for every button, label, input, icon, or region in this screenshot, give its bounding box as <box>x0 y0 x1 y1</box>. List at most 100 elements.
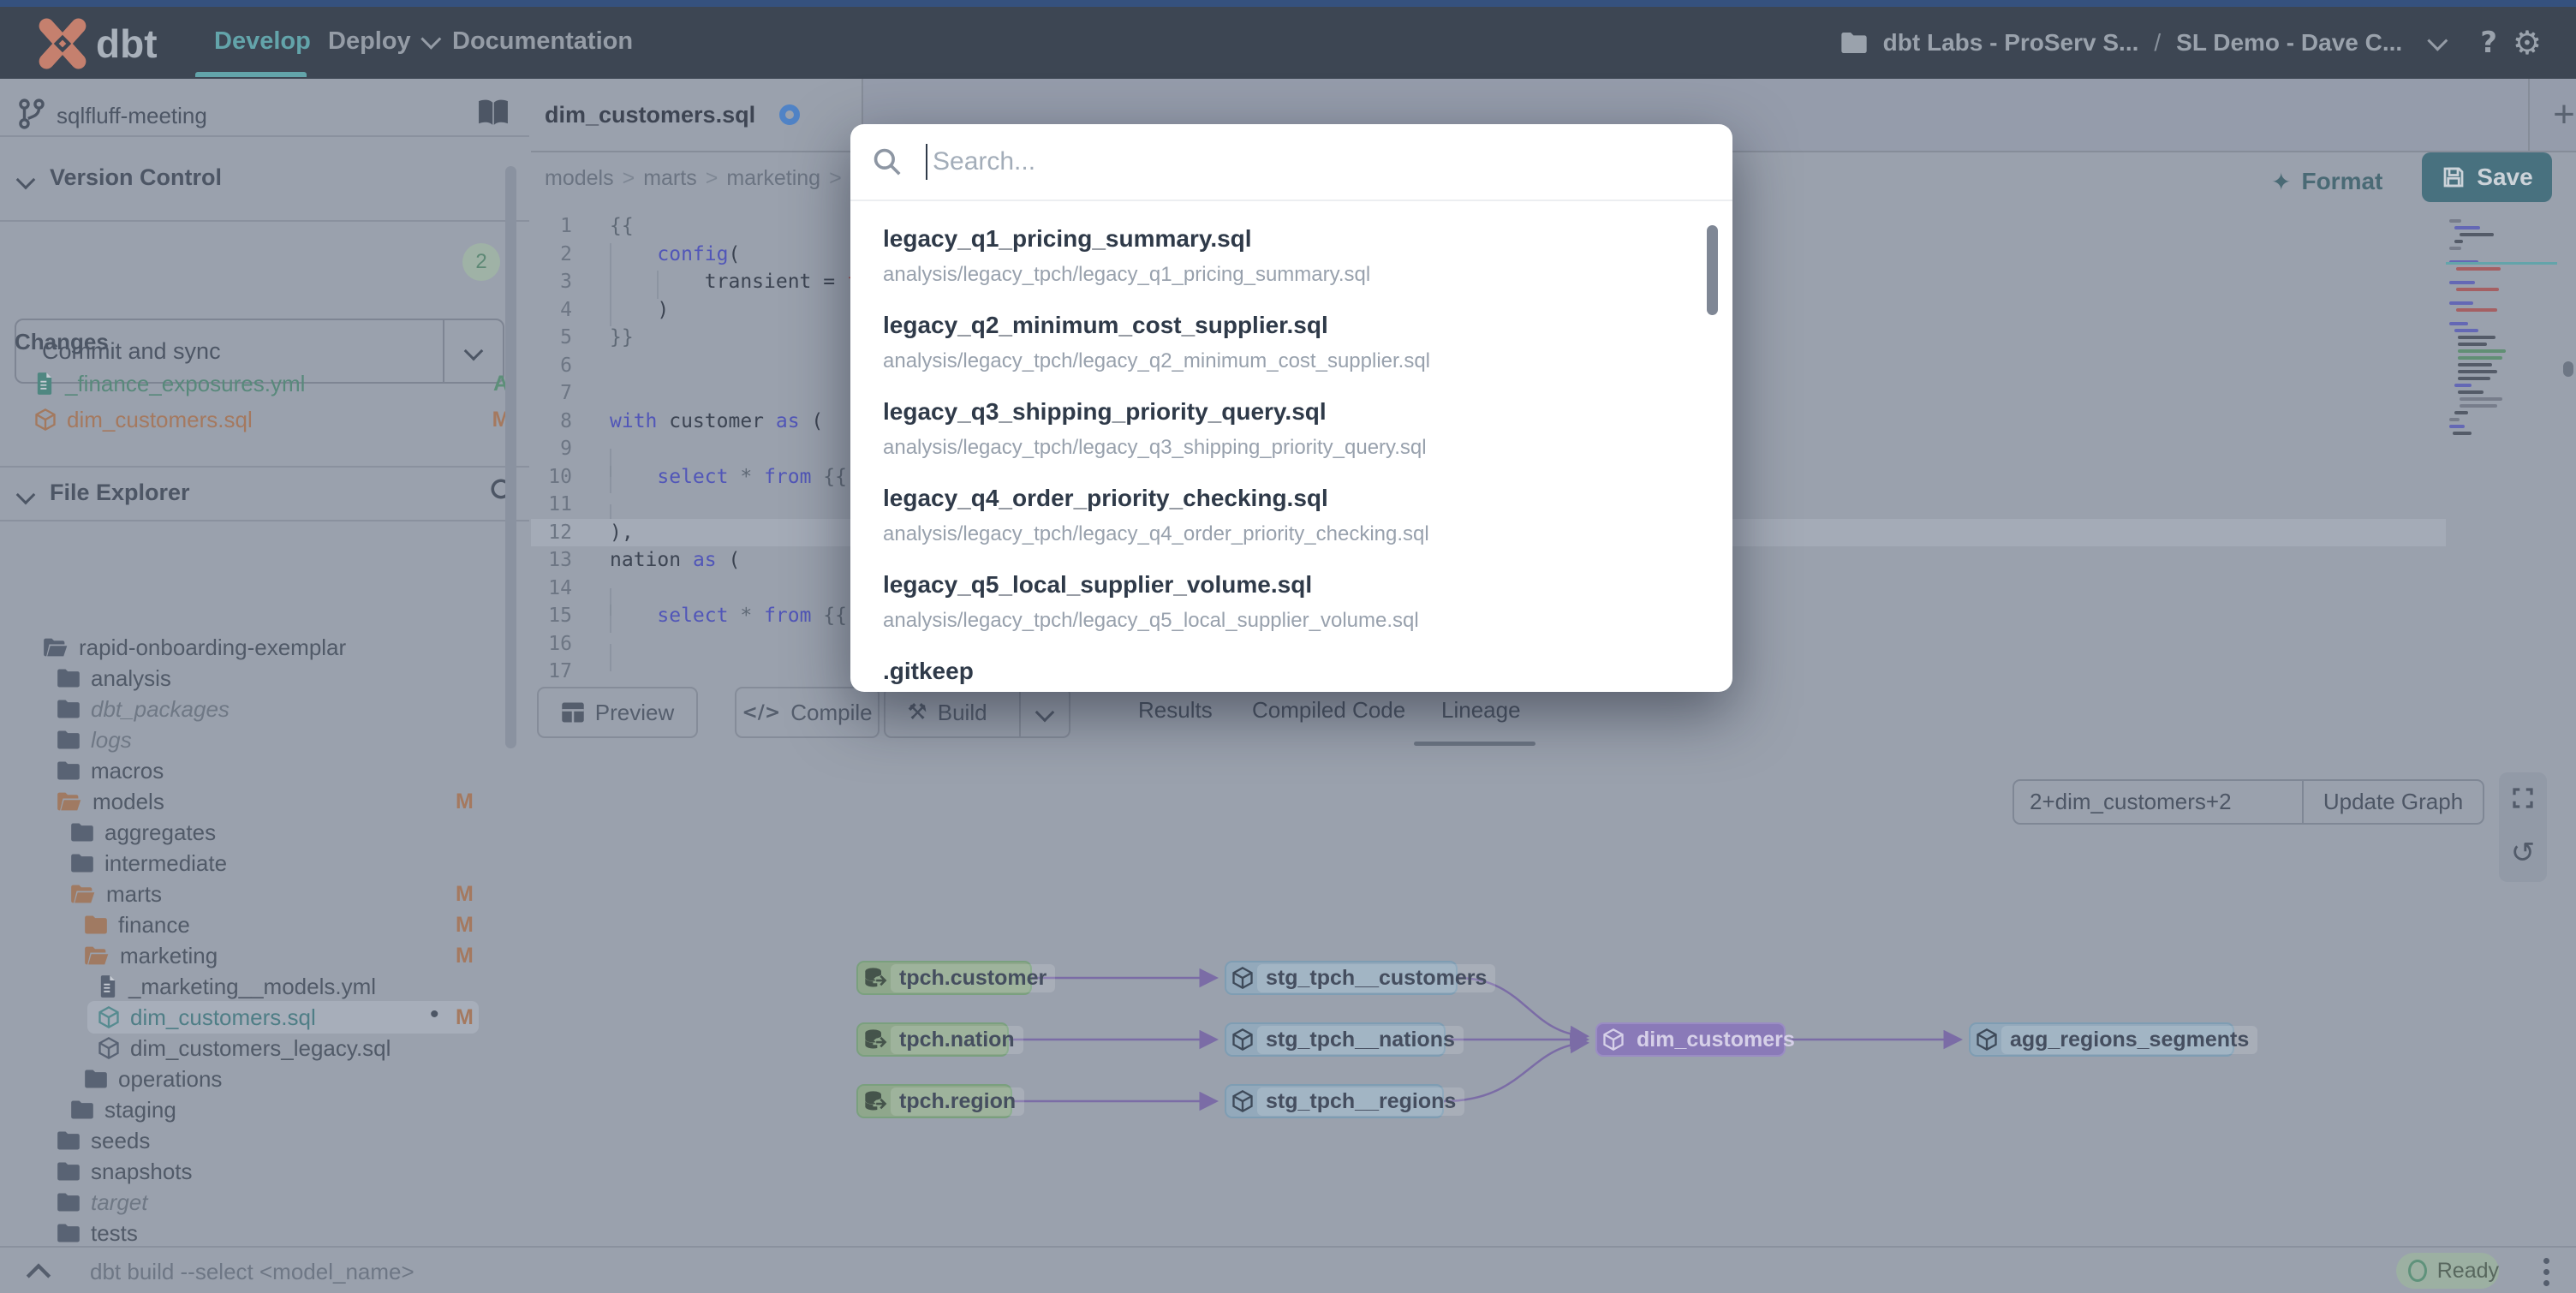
tree-item-seeds[interactable]: seeds <box>57 1125 150 1156</box>
compile-button[interactable]: </> Compile <box>735 687 880 738</box>
tree-item-target[interactable]: target <box>57 1187 148 1218</box>
breadcrumb-item[interactable]: models <box>545 166 614 191</box>
divider <box>0 220 529 222</box>
status-ring-icon <box>2408 1260 2427 1282</box>
update-graph-button[interactable]: Update Graph <box>2304 779 2484 825</box>
chevron-down-icon[interactable] <box>2427 30 2448 51</box>
model-cube-icon <box>1231 1028 1254 1052</box>
folder-icon <box>57 1130 80 1151</box>
version-control-title[interactable]: Version Control <box>50 164 222 191</box>
fullscreen-icon[interactable] <box>2510 785 2536 811</box>
tree-item-aggregates[interactable]: aggregates <box>70 817 216 848</box>
build-options-chevron[interactable] <box>1019 688 1069 736</box>
tree-item-finance[interactable]: finance <box>84 909 190 940</box>
breadcrumb-separator: > <box>829 166 842 190</box>
tree-item-dbt-packages[interactable]: dbt_packages <box>57 694 230 724</box>
file-tree-scrollbar[interactable] <box>505 166 516 748</box>
docs-book-icon[interactable] <box>476 98 510 128</box>
breadcrumb-item[interactable]: marketing <box>726 166 820 191</box>
chevron-up-icon[interactable] <box>24 1260 53 1282</box>
dbt-logo-icon[interactable] <box>36 17 89 70</box>
lineage-node-tpch-customer[interactable]: tpch.customer <box>856 961 1056 995</box>
editor-scrollbar[interactable] <box>2561 206 2576 686</box>
tree-item-tests[interactable]: tests <box>57 1218 138 1246</box>
tree-item-snapshots[interactable]: snapshots <box>57 1156 193 1187</box>
minimap-line <box>2458 349 2506 353</box>
search-result-1[interactable]: legacy_q1_pricing_summary.sql analysis/le… <box>883 225 1671 287</box>
lineage-node-dim-customers[interactable]: dim_customers <box>1595 1022 1795 1057</box>
nav-tab-deploy[interactable]: Deploy <box>328 27 442 56</box>
minimap-line <box>2456 308 2497 312</box>
search-result-5[interactable]: legacy_q5_local_supplier_volume.sql analy… <box>883 571 1671 633</box>
project-name[interactable]: SL Demo - Dave C... <box>2176 29 2402 57</box>
build-button[interactable]: ⚒ Build <box>884 687 1070 738</box>
tab-lineage[interactable]: Lineage <box>1441 697 1521 724</box>
tree-item-marts[interactable]: marts <box>70 879 162 909</box>
tree-item-analysis[interactable]: analysis <box>57 663 171 694</box>
gear-icon[interactable]: ⚙ <box>2513 24 2542 62</box>
tree-item-dim-customers-legacy-sql[interactable]: dim_customers_legacy.sql <box>98 1033 391 1064</box>
lineage-selector-input[interactable]: 2+dim_customers+2 <box>2012 779 2304 825</box>
minimap-line <box>2458 363 2492 366</box>
nav-tab-documentation[interactable]: Documentation <box>452 27 633 56</box>
changed-file-row[interactable]: _finance_exposures.yml A <box>34 366 514 401</box>
save-button[interactable]: Save <box>2422 152 2552 202</box>
changes-label: Changes <box>15 329 109 355</box>
tree-item-rapid-onboarding-exemplar[interactable]: rapid-onboarding-exemplar <box>43 632 346 663</box>
chevron-down-icon <box>420 28 442 50</box>
lineage-node-tpch-nation[interactable]: tpch.nation <box>856 1022 1023 1057</box>
kebab-menu-icon[interactable] <box>2533 1254 2559 1289</box>
breadcrumb-separator: / <box>2154 29 2162 56</box>
collapse-chevron-icon[interactable] <box>15 170 36 190</box>
tree-item-macros[interactable]: macros <box>57 755 164 786</box>
status-badge: Ready <box>2396 1253 2499 1289</box>
tree-item-logs[interactable]: logs <box>57 724 132 755</box>
command-input[interactable]: dbt build --select <model_name> <box>90 1259 414 1285</box>
search-result-2[interactable]: legacy_q2_minimum_cost_supplier.sql analy… <box>883 312 1671 373</box>
format-button[interactable]: ✦ Format <box>2271 161 2382 202</box>
tree-item-models[interactable]: models <box>57 786 164 817</box>
tree-item-marketing[interactable]: marketing <box>84 940 218 971</box>
lineage-node-stg-tpch-regions[interactable]: stg_tpch__regions <box>1225 1084 1465 1118</box>
doc-icon <box>98 974 118 998</box>
tab-dim-customers[interactable]: dim_customers.sql <box>531 79 863 151</box>
tree-item-dim-customers-sql[interactable]: dim_customers.sql <box>98 1002 316 1033</box>
file-explorer-title[interactable]: File Explorer <box>50 480 190 506</box>
new-tab-button[interactable]: + <box>2540 91 2576 139</box>
nav-tab-develop[interactable]: Develop <box>214 27 311 56</box>
changed-file-row[interactable]: dim_customers.sql M <box>34 402 514 437</box>
tab-compiled-code[interactable]: Compiled Code <box>1252 697 1405 724</box>
preview-button[interactable]: Preview <box>537 687 698 738</box>
reset-view-icon[interactable]: ↺ <box>2511 836 2536 870</box>
breadcrumb-item[interactable]: marts <box>643 166 697 191</box>
tree-item--marketing-models-yml[interactable]: _marketing__models.yml <box>98 971 376 1002</box>
account-name[interactable]: dbt Labs - ProServ S... <box>1883 29 2139 57</box>
lineage-node-agg-regions-segments[interactable]: agg_regions_segments <box>1969 1022 2258 1057</box>
branch-name[interactable]: sqlfluff-meeting <box>57 103 207 129</box>
folder-icon <box>57 730 80 750</box>
search-result-4[interactable]: legacy_q4_order_priority_checking.sql ana… <box>883 485 1671 546</box>
minimap-line <box>2458 343 2487 346</box>
minimap-line <box>2449 281 2475 284</box>
folder-icon <box>70 1099 94 1120</box>
modal-scrollbar[interactable] <box>1707 225 1718 315</box>
search-result-6[interactable]: .gitkeep <box>883 658 1671 685</box>
lineage-node-tpch-region[interactable]: tpch.region <box>856 1084 1025 1118</box>
tree-item-operations[interactable]: operations <box>84 1064 222 1094</box>
unsaved-dot: • <box>430 1000 439 1028</box>
collapse-chevron-icon[interactable] <box>15 485 36 505</box>
source-icon <box>863 1090 887 1112</box>
search-result-3[interactable]: legacy_q3_shipping_priority_query.sql ana… <box>883 398 1671 460</box>
tab-results[interactable]: Results <box>1138 697 1213 724</box>
help-icon[interactable]: ? <box>2480 26 2497 60</box>
modal-search-row[interactable]: Search... <box>850 124 1732 201</box>
lineage-node-stg-tpch-nations[interactable]: stg_tpch__nations <box>1225 1022 1464 1057</box>
sidebar: sqlfluff-meeting Version Control 2 Commi… <box>0 79 533 1246</box>
model-cube-icon <box>1976 1028 1998 1052</box>
lineage-node-stg-tpch-customers[interactable]: stg_tpch__customers <box>1225 961 1496 995</box>
folder-icon <box>57 668 80 688</box>
tree-item-staging[interactable]: staging <box>70 1094 176 1125</box>
tree-item-intermediate[interactable]: intermediate <box>70 848 227 879</box>
code-minimap[interactable] <box>2446 214 2557 497</box>
minimap-line <box>2458 390 2484 394</box>
